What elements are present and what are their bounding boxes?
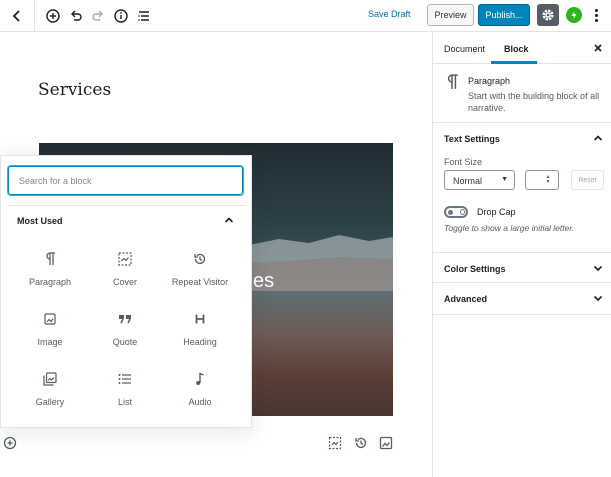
audio-icon	[191, 370, 209, 388]
settings-sidebar: Document Block Paragraph Start with the …	[432, 32, 611, 477]
tab-block[interactable]: Block	[504, 44, 529, 54]
tab-document[interactable]: Document	[444, 44, 485, 54]
back-icon[interactable]	[5, 4, 29, 28]
repeat-visitor-icon[interactable]	[354, 436, 368, 450]
sidebar-tabs: Document Block	[433, 32, 611, 64]
drop-cap-label: Drop Cap	[477, 207, 516, 217]
custom-font-size-input[interactable]: ▲ ▼	[525, 170, 559, 190]
list-icon	[116, 370, 134, 388]
quote-icon	[116, 310, 134, 328]
block-card-title: Paragraph	[468, 76, 511, 86]
image-icon	[41, 310, 59, 328]
publish-button[interactable]: Publish...	[478, 4, 530, 26]
add-block-icon[interactable]	[41, 4, 65, 28]
block-item-image[interactable]: Image	[13, 306, 87, 356]
block-item-label: Quote	[112, 337, 138, 347]
spinner-icon[interactable]: ▲ ▼	[544, 175, 552, 185]
most-used-heading[interactable]: Most Used	[17, 216, 63, 226]
block-item-label: Audio	[188, 397, 212, 407]
active-tab-indicator	[491, 61, 537, 64]
chevron-up-icon[interactable]	[592, 132, 604, 144]
block-item-quote[interactable]: Quote	[88, 306, 162, 356]
font-size-select[interactable]: Normal ▼	[444, 170, 515, 190]
block-inserter: Search for a block Most Used Paragraph C…	[0, 155, 252, 428]
toggle-knob	[448, 209, 453, 215]
chevron-down-icon[interactable]	[592, 292, 604, 304]
image-icon[interactable]	[379, 436, 393, 450]
block-item-gallery[interactable]: Gallery	[13, 366, 87, 416]
redo-icon[interactable]	[86, 4, 110, 28]
block-item-paragraph[interactable]: Paragraph	[13, 246, 87, 296]
text-settings-toggle[interactable]: Text Settings	[444, 134, 500, 144]
drop-cap-toggle[interactable]	[444, 206, 468, 218]
block-item-label: Heading	[183, 337, 217, 347]
block-item-list[interactable]: List	[88, 366, 162, 416]
panel-divider	[433, 314, 611, 315]
post-title[interactable]: Services	[38, 80, 111, 100]
font-size-value: Normal	[453, 176, 483, 186]
block-item-label: Repeat Visitor	[171, 277, 229, 287]
block-item-heading[interactable]: Heading	[163, 306, 237, 356]
heading-icon	[191, 310, 209, 328]
undo-icon[interactable]	[64, 4, 88, 28]
inserter-divider	[8, 205, 246, 206]
cover-text: es	[253, 270, 275, 292]
settings-button[interactable]	[537, 4, 559, 26]
block-item-repeat-visitor[interactable]: Repeat Visitor	[163, 246, 237, 296]
gear-icon	[542, 9, 554, 21]
block-item-label: Image	[37, 337, 63, 347]
block-item-label: Cover	[112, 277, 137, 287]
color-settings-toggle[interactable]: Color Settings	[444, 264, 506, 274]
paragraph-icon	[447, 74, 458, 89]
chevron-up-icon[interactable]	[223, 214, 235, 226]
toggle-off-icon	[460, 209, 465, 215]
panel-divider	[433, 282, 611, 283]
font-size-label: Font Size	[444, 157, 483, 167]
cover-icon	[116, 250, 134, 268]
advanced-toggle[interactable]: Advanced	[444, 294, 487, 304]
close-icon[interactable]	[592, 42, 604, 54]
block-item-audio[interactable]: Audio	[163, 366, 237, 416]
more-icon[interactable]	[590, 5, 602, 25]
chevron-down-icon[interactable]	[592, 262, 604, 274]
panel-divider	[433, 252, 611, 253]
block-item-label: Gallery	[35, 397, 65, 407]
preview-button[interactable]: Preview	[427, 4, 474, 26]
gallery-icon	[41, 370, 59, 388]
cover-icon[interactable]	[328, 436, 342, 450]
panel-divider	[433, 122, 611, 123]
outline-icon[interactable]	[132, 4, 156, 28]
drop-cap-help: Toggle to show a large initial letter.	[444, 223, 575, 233]
block-card-description: Start with the building block of all nar…	[468, 91, 600, 113]
jetpack-icon[interactable]	[566, 7, 582, 23]
reset-button[interactable]: Reset	[571, 170, 604, 190]
repeat-visitor-icon	[191, 250, 209, 268]
add-block-icon[interactable]	[3, 436, 17, 450]
toolbar-separator	[34, 0, 35, 32]
editor-toolbar: Save Draft Preview Publish...	[0, 0, 611, 32]
caret-down-icon: ▼	[501, 176, 508, 183]
info-icon[interactable]	[109, 4, 133, 28]
block-item-label: List	[117, 397, 132, 407]
save-draft-button[interactable]: Save Draft	[368, 9, 411, 19]
block-item-cover[interactable]: Cover	[88, 246, 162, 296]
paragraph-icon	[41, 250, 59, 268]
block-item-label: Paragraph	[28, 277, 72, 287]
block-search-input[interactable]: Search for a block	[8, 166, 243, 195]
